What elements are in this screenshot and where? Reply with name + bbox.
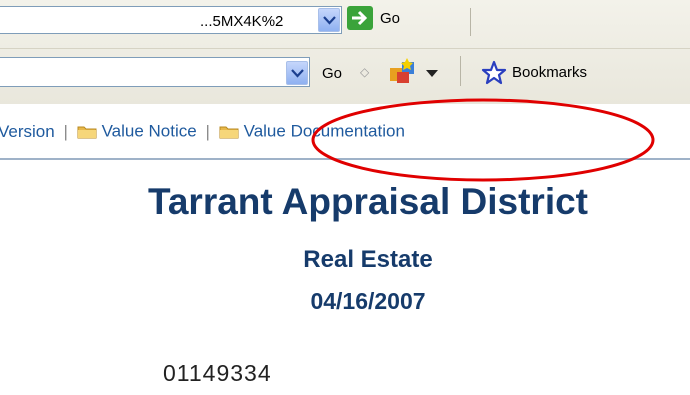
chevron-down-icon [323,16,336,25]
value-notice-link[interactable]: Value Notice [102,122,197,141]
go-button[interactable] [347,6,373,30]
extension-dropdown-icon[interactable] [426,70,438,78]
page-date: 04/16/2007 [310,288,426,314]
account-number: 01149334 [163,360,272,386]
browser-toolbar: ...5MX4K%2 Go Go ◇ Bookmarks [0,0,690,104]
folder-icon [219,126,239,139]
go-button-label[interactable]: Go [380,10,400,27]
link-separator: | [205,121,210,141]
star-icon[interactable] [481,60,507,86]
page-title: Tarrant Appraisal District [147,181,588,222]
toolbar-separator [470,8,471,36]
toolbar-extension-icon[interactable] [387,56,419,88]
page-subtitle: Real Estate [303,246,433,273]
version-link[interactable]: Version [0,122,55,141]
address-bar-row: ...5MX4K%2 Go [0,0,690,48]
search-dropdown-button[interactable] [286,61,308,85]
address-dropdown-button[interactable] [318,8,340,32]
search-go-button[interactable]: Go [322,65,342,82]
link-separator: | [63,121,68,141]
bookmarks-button[interactable]: Bookmarks [512,64,587,81]
address-input[interactable]: ...5MX4K%2 [0,6,342,34]
folder-icon [77,126,97,139]
search-input[interactable] [0,57,310,87]
toolbar-separator [460,56,461,86]
annotation-ellipse [311,98,655,182]
chevron-down-icon [291,69,304,78]
arrow-right-icon [352,10,368,26]
arrows-icon: ◇ [360,65,370,79]
address-value: ...5MX4K%2 [200,13,284,30]
